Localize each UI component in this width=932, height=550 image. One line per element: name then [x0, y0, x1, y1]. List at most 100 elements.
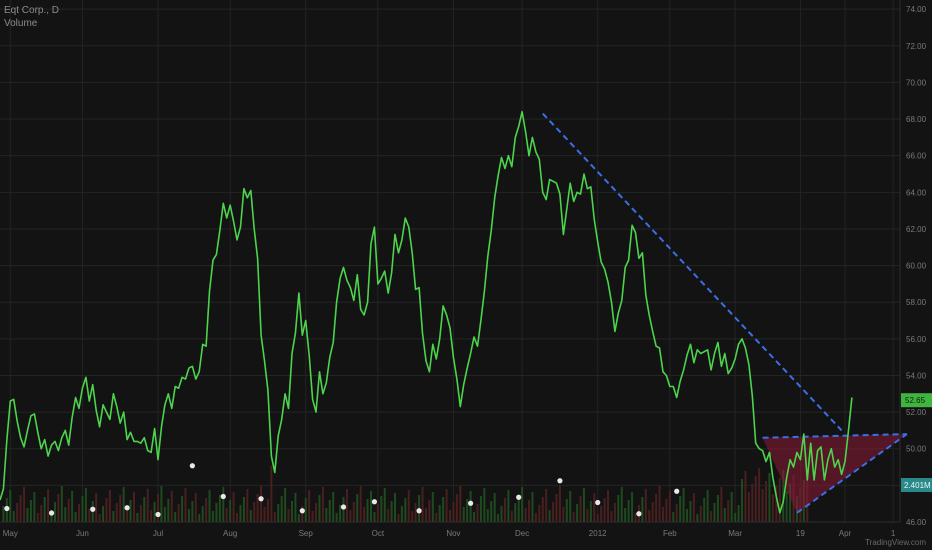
volume-bar — [582, 488, 585, 522]
x-tick-label: Apr — [839, 529, 852, 538]
volume-bar — [442, 497, 445, 522]
volume-bar — [36, 513, 39, 522]
volume-bar — [352, 502, 355, 522]
symbol-title[interactable]: Eqt Corp., D — [4, 4, 59, 17]
volume-bar — [706, 490, 709, 522]
volume-bar — [462, 507, 465, 522]
volume-bar — [476, 504, 479, 522]
volume-bar — [716, 495, 719, 522]
volume-bar — [730, 492, 733, 522]
event-dot — [258, 496, 264, 502]
event-dot — [468, 500, 474, 506]
y-tick-label: 46.00 — [906, 518, 927, 527]
price-chart[interactable]: May Jun Jul Aug Sep Oct Nov Dec 2012 Feb Mar 19 Apr 1… — [0, 0, 932, 550]
event-dot — [124, 505, 130, 511]
volume-bar — [304, 498, 307, 522]
volume-bar — [139, 505, 142, 522]
volume-bar — [644, 489, 647, 522]
volume-bar — [521, 487, 524, 522]
y-tick-label: 70.00 — [906, 78, 927, 87]
volume-bar — [473, 512, 476, 522]
volume-bar — [758, 468, 761, 522]
volume-bar — [335, 513, 338, 522]
volume-bar — [273, 512, 276, 522]
volume-bar — [665, 499, 668, 522]
volume-label[interactable]: Volume — [4, 17, 59, 30]
y-tick-label: 68.00 — [906, 115, 927, 124]
volume-bar — [9, 490, 12, 522]
volume-bar — [589, 501, 592, 522]
volume-bar — [366, 499, 369, 522]
volume-bar — [191, 501, 194, 522]
volume-bar — [232, 492, 235, 522]
volume-bar — [339, 505, 342, 522]
volume-bar — [507, 490, 510, 522]
volume-bar — [613, 503, 616, 522]
event-dot — [4, 505, 10, 512]
volume-bar — [751, 484, 754, 522]
volume-bar — [552, 502, 555, 522]
volume-bar — [778, 478, 781, 522]
volume-bar — [672, 512, 675, 522]
volume-bar — [26, 508, 29, 522]
volume-bar — [651, 502, 654, 522]
volume-bar — [198, 514, 201, 522]
volume-bar — [771, 494, 774, 522]
x-tick-label: 2012 — [589, 529, 607, 538]
volume-bar — [308, 490, 311, 522]
volume-bar — [12, 511, 15, 522]
volume-bar — [428, 500, 431, 522]
volume-bar — [421, 487, 424, 522]
volume-bar — [119, 495, 122, 522]
volume-bar — [503, 498, 506, 522]
volume-bar — [703, 498, 706, 522]
volume-bar — [620, 487, 623, 522]
chart-legend: Eqt Corp., D Volume — [4, 4, 59, 30]
volume-bar — [607, 490, 610, 522]
volume-bar — [689, 501, 692, 522]
volume-bar — [376, 504, 379, 522]
volume-bar — [129, 500, 132, 522]
volume-bar — [146, 489, 149, 522]
volume-bar — [720, 487, 723, 522]
volume-bar — [253, 502, 256, 522]
volume-bar — [88, 509, 91, 522]
volume-bar — [596, 514, 599, 522]
x-tick-label: Dec — [515, 529, 529, 538]
volume-bar — [593, 493, 596, 522]
volume-bar — [332, 492, 335, 522]
volume-bar — [631, 492, 634, 522]
volume-bar — [682, 488, 685, 522]
volume-bar — [524, 508, 527, 522]
volume-bar — [16, 503, 19, 522]
volume-bar — [270, 466, 273, 522]
volume-bar — [558, 486, 561, 522]
x-tick-label: Sep — [299, 529, 314, 538]
volume-bar — [510, 511, 513, 522]
x-tick-label: Jun — [76, 529, 89, 538]
volume-bar — [761, 489, 764, 522]
volume-bar — [710, 511, 713, 522]
volume-bar — [548, 510, 551, 522]
volume-bar — [256, 494, 259, 522]
volume-bar — [424, 508, 427, 522]
x-tick-label: Jul — [153, 529, 163, 538]
y-tick-label: 52.00 — [906, 408, 927, 417]
event-dot — [636, 511, 642, 517]
volume-bar — [229, 500, 232, 522]
volume-bar — [153, 502, 156, 522]
volume-bar — [181, 496, 184, 522]
volume-bar — [242, 497, 245, 522]
volume-bar — [545, 489, 548, 522]
event-dot — [155, 511, 161, 518]
volume-bar — [315, 503, 318, 522]
volume-bar — [407, 490, 410, 522]
volume-bar — [455, 494, 458, 522]
volume-bar — [170, 491, 173, 522]
volume-bar — [236, 513, 239, 522]
volume-bar — [686, 509, 689, 522]
y-tick-label: 58.00 — [906, 298, 927, 307]
volume-bar — [132, 492, 135, 522]
volume-bar — [737, 505, 740, 522]
volume-bar — [184, 488, 187, 522]
